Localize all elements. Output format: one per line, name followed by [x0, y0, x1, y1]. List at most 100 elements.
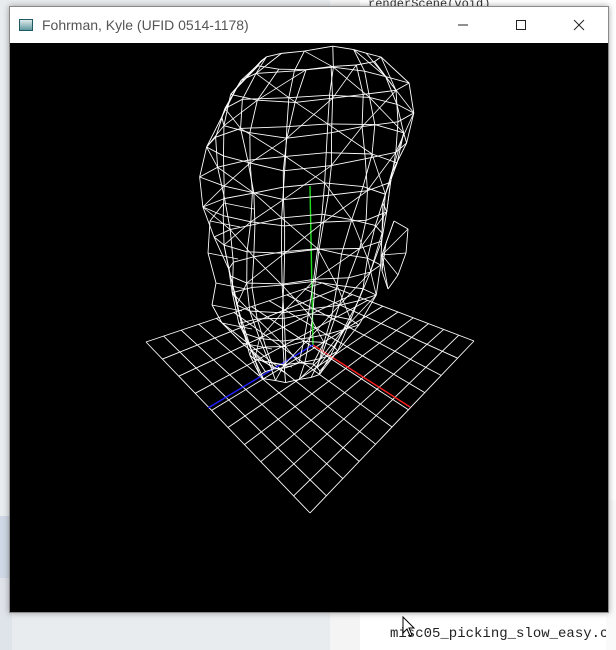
scene-canvas[interactable] — [10, 43, 608, 612]
ear-edge — [397, 252, 407, 276]
head-edge — [293, 50, 305, 72]
head-edge — [331, 126, 363, 166]
head-edge — [321, 213, 352, 221]
head-edge — [362, 288, 377, 296]
head-edge — [403, 132, 408, 144]
z-axis-line — [207, 344, 314, 409]
head-edge — [281, 251, 283, 286]
head-edge — [240, 128, 286, 157]
head-edge — [367, 225, 376, 259]
head-edge — [336, 253, 342, 286]
head-edge — [254, 217, 282, 225]
head-edge — [222, 186, 225, 216]
face-edge — [209, 220, 241, 228]
head-edge — [406, 112, 415, 144]
opengl-window[interactable]: Fohrman, Kyle (UFID 0514-1178) — [9, 6, 609, 613]
head-edge — [249, 310, 283, 314]
close-icon — [573, 19, 585, 31]
head-edge — [263, 378, 276, 381]
head-edge — [298, 341, 305, 364]
head-edge — [282, 337, 311, 342]
head-edge — [324, 182, 353, 220]
floor-grid — [145, 282, 475, 514]
head-edge — [324, 182, 364, 187]
head-edge — [285, 152, 327, 157]
maximize-icon — [516, 20, 526, 30]
head-edge — [323, 195, 329, 223]
desktop: renderScene(void) misc05_picking_slow_ea… — [0, 0, 616, 650]
head-edge — [223, 215, 251, 223]
head-edge — [213, 236, 230, 270]
head-edge — [304, 50, 334, 68]
head-edge — [223, 221, 252, 246]
head-edge — [338, 277, 349, 306]
head-edge — [283, 165, 332, 172]
head-edge — [365, 52, 386, 77]
head-edge — [257, 65, 279, 70]
head-edge — [408, 82, 415, 114]
head-edge — [278, 68, 307, 71]
head-edge — [369, 97, 398, 105]
head-edge — [396, 103, 415, 114]
head-edge — [223, 244, 248, 253]
head-edge — [348, 271, 371, 279]
head-edge — [281, 213, 323, 219]
mouse-cursor-icon — [402, 616, 416, 637]
head-edge — [206, 116, 223, 148]
head-edge — [353, 49, 365, 72]
head-edge — [317, 248, 338, 286]
head-edge — [341, 253, 368, 259]
head-edge — [369, 241, 382, 273]
head-edge — [304, 45, 333, 52]
head-edge — [365, 190, 368, 221]
head-edge — [251, 284, 283, 288]
head-edge — [303, 340, 324, 343]
ear-edge — [405, 228, 409, 254]
console-output-line: misc05_picking_slow_easy.c — [390, 626, 609, 642]
head-edge — [375, 225, 383, 234]
opengl-viewport[interactable] — [10, 43, 608, 612]
head-edge — [288, 70, 295, 98]
head-edge — [304, 358, 321, 363]
window-titlebar[interactable]: Fohrman, Kyle (UFID 0514-1178) — [10, 7, 608, 43]
head-edge — [283, 182, 325, 188]
head-edge — [246, 283, 251, 312]
head-edge — [338, 271, 371, 306]
close-button[interactable] — [550, 7, 608, 43]
head-edge — [361, 94, 364, 127]
head-edge — [355, 64, 364, 95]
head-edge — [213, 229, 231, 238]
head-edge — [253, 186, 284, 194]
face-edge — [207, 252, 217, 284]
head-edge — [217, 159, 248, 168]
head-edge — [367, 152, 397, 191]
head-wireframe-model[interactable] — [199, 45, 415, 383]
head-edge — [250, 162, 284, 172]
head-edge — [283, 318, 286, 347]
head-edge — [286, 97, 333, 139]
head-edge — [309, 305, 340, 338]
head-edge — [202, 185, 225, 208]
head-edge — [223, 155, 251, 164]
head-edge — [240, 128, 249, 161]
head-edge — [327, 123, 375, 126]
head-edge — [313, 304, 340, 309]
head-edge — [315, 277, 349, 280]
head-edge — [319, 248, 360, 250]
head-edge — [375, 264, 382, 296]
head-edge — [303, 313, 309, 342]
minimize-button[interactable] — [434, 7, 492, 43]
head-edge — [224, 108, 241, 129]
head-edge — [285, 340, 304, 347]
maximize-button[interactable] — [492, 7, 550, 43]
head-edge — [222, 215, 225, 246]
grid-line — [321, 282, 475, 342]
head-edge — [236, 282, 248, 306]
head-edge — [384, 162, 398, 195]
head-edge — [283, 199, 286, 226]
ear-edge — [381, 252, 407, 256]
head-edge — [256, 68, 280, 101]
head-edge — [321, 182, 326, 215]
ear-edge — [387, 274, 399, 290]
ear-edge — [393, 220, 409, 230]
